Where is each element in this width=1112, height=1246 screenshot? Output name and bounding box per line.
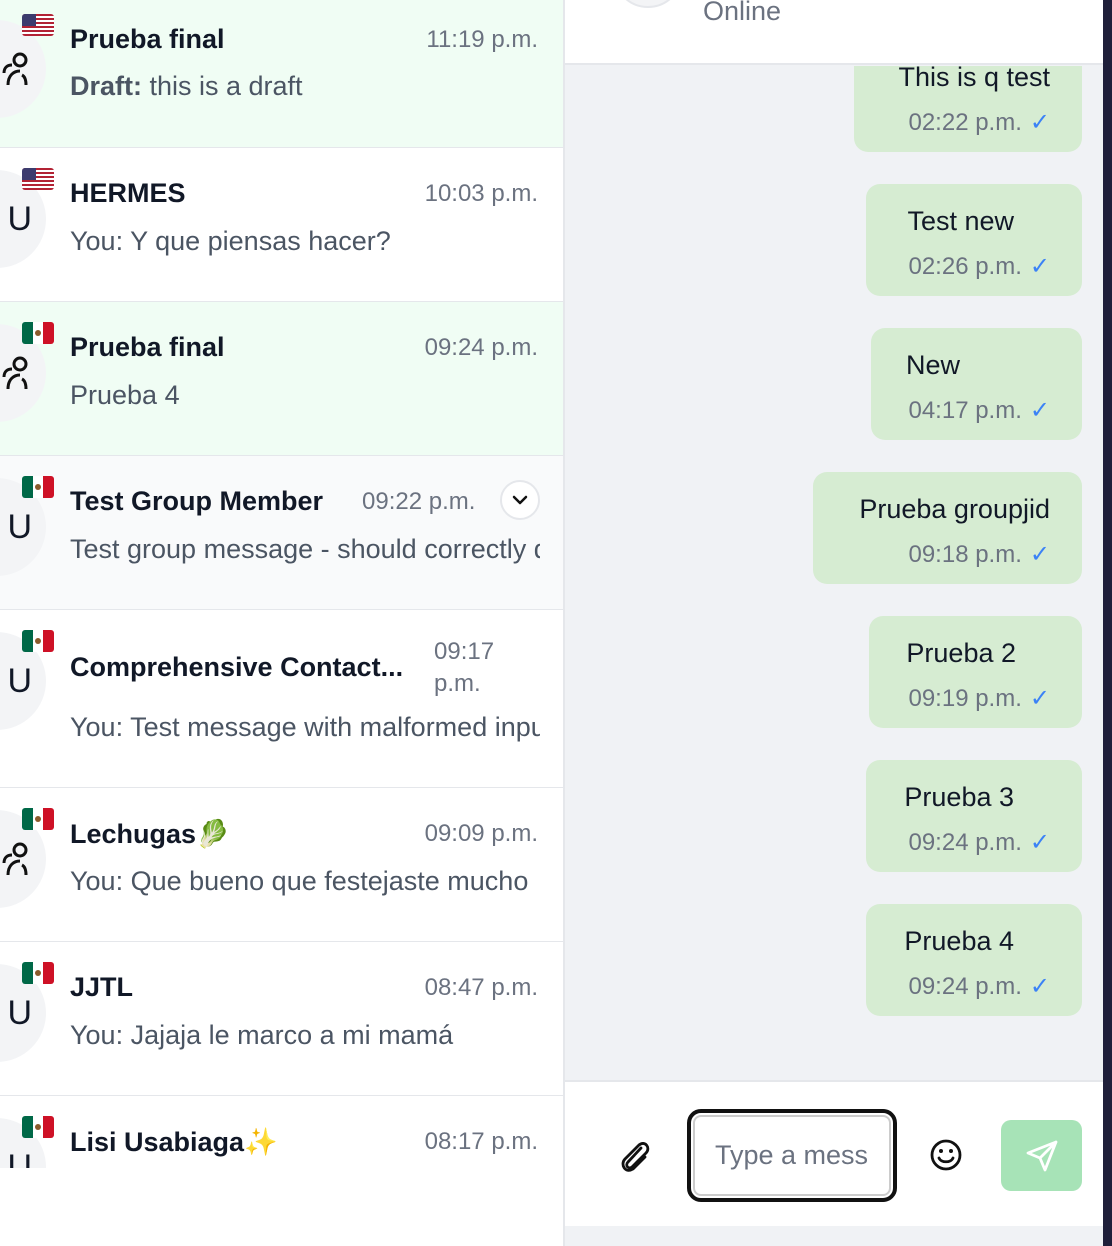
message-time: 09:18 p.m. [908,541,1022,568]
conversation-preview: Prueba 4 [70,380,180,410]
window-edge [1103,0,1112,1246]
conversation-item[interactable]: U JJTL 08:47 p.m. You: Jajaja le marco a… [0,942,563,1096]
us-flag-icon [22,168,54,190]
conversation-item[interactable]: U Comprehensive Contact... 09:17 p.m. Yo… [0,610,563,788]
conversation-time: 08:47 p.m. [424,974,538,1001]
conversation-time: 09:22 p.m. [362,488,476,515]
message-text: Prueba groupjid [859,494,1050,524]
check-icon: ✓ [1029,829,1050,856]
send-icon [1026,1140,1057,1171]
message-bubble[interactable]: Prueba groupjid 09:18 p.m. ✓ [813,472,1082,584]
message-bubble[interactable]: Prueba 3 09:24 p.m. ✓ [866,760,1082,872]
message-meta: 04:17 p.m. ✓ [908,396,1050,425]
conversation-preview: Draft: this is a draft [70,71,540,102]
send-button[interactable] [1001,1120,1082,1191]
mx-flag-icon [22,630,54,652]
conversation-item[interactable]: U HERMES 10:03 p.m. You: Y que piensas h… [0,148,563,302]
conversation-time: 08:17 p.m. [424,1128,538,1155]
message-time: 09:19 p.m. [908,685,1022,712]
contact-status: Online [703,0,782,26]
chevron-down-icon[interactable] [500,480,540,520]
message-meta: 09:24 p.m. ✓ [908,828,1050,857]
group-icon [2,356,28,390]
check-icon: ✓ [1029,973,1050,1000]
message-bubble[interactable]: Prueba 2 09:19 p.m. ✓ [869,616,1082,728]
message-input[interactable] [687,1109,897,1202]
message-text: This is q test [898,62,1050,92]
message-bubble[interactable]: Prueba 4 09:24 p.m. ✓ [866,904,1082,1016]
conversation-item[interactable]: U Test Group Member 09:22 p.m. Test grou… [0,456,563,610]
message-time: 04:17 p.m. [908,397,1022,424]
check-icon: ✓ [1029,541,1050,568]
smiley-icon[interactable] [929,1138,963,1172]
conversation-list: Prueba final 11:19 p.m. Draft: this is a… [0,0,565,1246]
conversation-time: 11:19 p.m. [426,26,538,53]
message-text: New [905,350,960,380]
message-time: 02:26 p.m. [908,253,1022,280]
conversation-time: 10:03 p.m. [424,180,538,207]
message-text: Prueba 2 [906,638,1016,668]
message-text: Prueba 3 [904,782,1014,812]
conversation-preview: You: Que bueno que festejaste mucho [70,866,529,896]
conversation-item[interactable]: Prueba final 09:24 p.m. Prueba 4 [0,302,563,456]
conversation-time-period: p.m. [434,670,481,697]
check-icon: ✓ [1029,685,1050,712]
chat-panel: Online This is q test 02:22 p.m. ✓ Test n… [565,0,1103,1246]
group-icon [2,842,28,876]
conversation-time: 09:09 p.m. [424,820,538,847]
draft-text: this is a draft [142,71,303,101]
check-icon: ✓ [1029,253,1050,280]
chat-header: Online [565,0,1103,65]
conversation-item[interactable]: Lechugas🥬 09:09 p.m. You: Que bueno que … [0,788,563,942]
message-time: 02:22 p.m. [908,109,1022,136]
conversation-name: Comprehensive Contact... [70,652,404,682]
conversation-name: HERMES [70,178,186,208]
message-text: Prueba 4 [904,926,1014,956]
message-meta: 09:24 p.m. ✓ [908,972,1050,1001]
conversation-time: 09:24 p.m. [424,334,538,361]
chat-app: Prueba final 11:19 p.m. Draft: this is a… [0,0,1112,1246]
message-meta: 09:18 p.m. ✓ [908,540,1050,569]
conversation-preview: You: Test message with malformed input [70,712,540,742]
conversation-name: Lisi Usabiaga✨ [70,1127,278,1157]
mx-flag-icon [22,1116,54,1138]
conversation-name: JJTL [70,972,134,1002]
us-flag-icon [22,14,54,36]
check-icon: ✓ [1029,397,1050,424]
conversation-time-hour: 09:17 [434,638,495,665]
mx-flag-icon [22,962,54,984]
mx-flag-icon [22,322,54,344]
message-bubble[interactable]: This is q test 02:22 p.m. ✓ [854,62,1082,152]
conversation-name: Test Group Member [70,486,324,516]
message-bubble[interactable]: New 04:17 p.m. ✓ [871,328,1082,440]
contact-avatar[interactable] [613,0,683,8]
conversation-preview: You: Jajaja le marco a mi mamá [70,1020,454,1050]
message-time: 09:24 p.m. [908,829,1022,856]
conversation-preview: Test group message - should correctly di… [70,534,540,564]
message-time: 09:24 p.m. [908,973,1022,1000]
conversation-item[interactable]: Prueba final 11:19 p.m. Draft: this is a… [0,0,563,148]
message-meta: 09:19 p.m. ✓ [908,684,1050,713]
conversation-name: Lechugas🥬 [70,819,230,849]
mx-flag-icon [22,808,54,830]
conversation-name: Prueba final [70,24,225,54]
message-meta: 02:26 p.m. ✓ [908,252,1050,281]
conversation-name: Prueba final [70,332,225,362]
paperclip-icon[interactable] [617,1136,653,1176]
group-icon [2,52,28,86]
mx-flag-icon [22,476,54,498]
message-text: Test new [907,206,1014,236]
message-meta: 02:22 p.m. ✓ [908,108,1050,137]
check-icon: ✓ [1029,109,1050,136]
draft-label: Draft: [70,71,142,101]
message-bubble[interactable]: Test new 02:26 p.m. ✓ [866,184,1082,296]
message-composer [565,1080,1103,1226]
conversation-preview: You: Y que piensas hacer? [70,226,391,256]
conversation-item[interactable]: U Lisi Usabiaga✨ 08:17 p.m. [0,1096,563,1168]
